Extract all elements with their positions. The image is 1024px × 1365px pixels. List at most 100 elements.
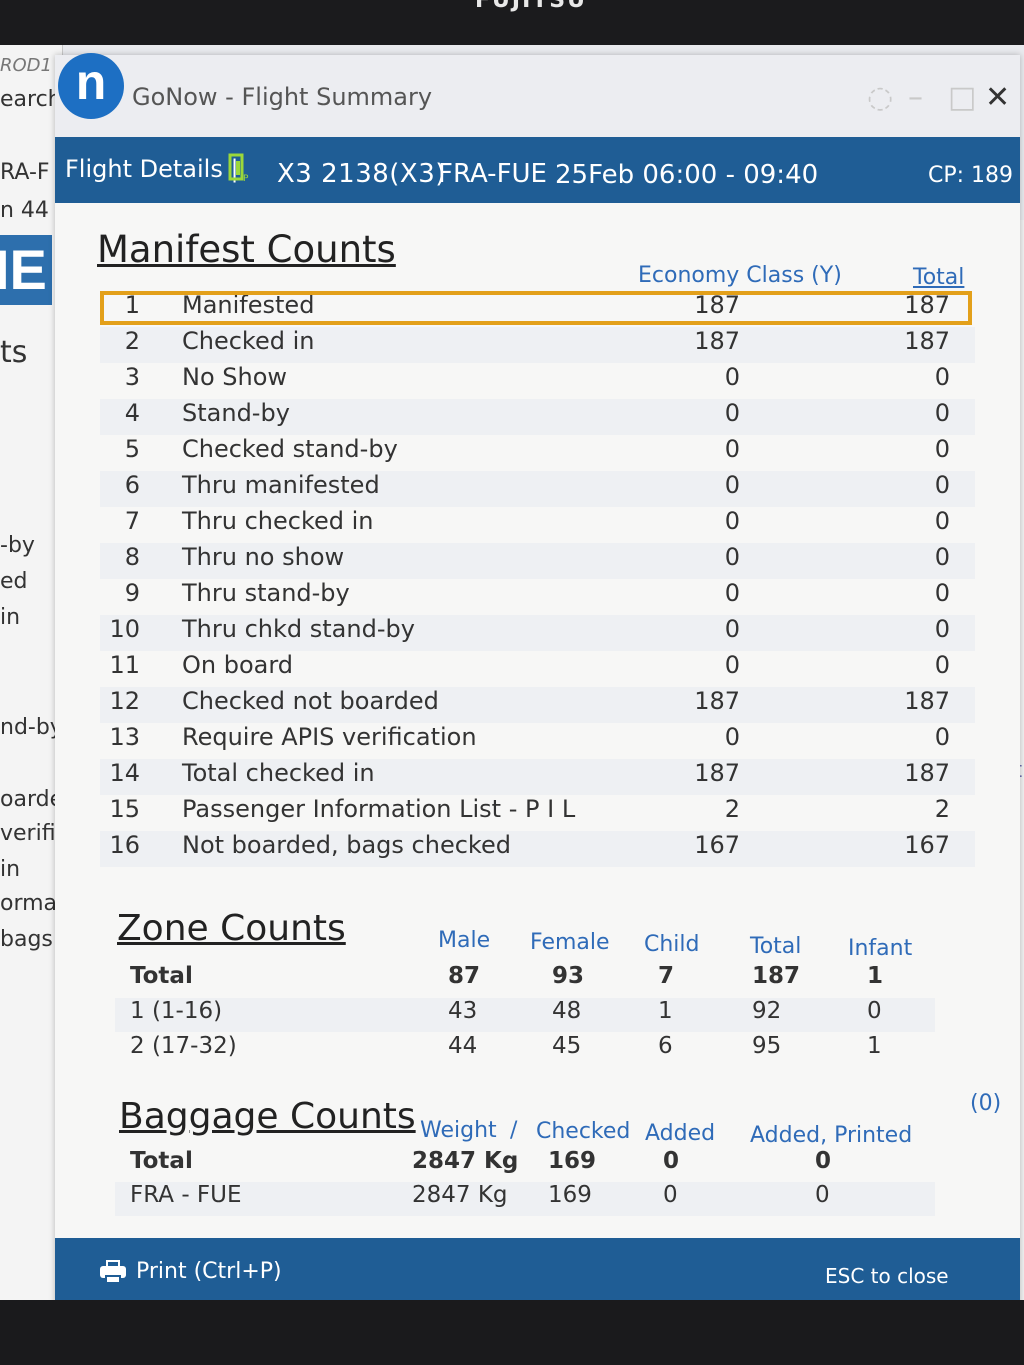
window-titlebar: n GoNow - Flight Summary ◌ – □ ✕: [55, 53, 1020, 137]
manifest-row-number: 15: [109, 795, 140, 823]
bg-fragment: bags (: [0, 927, 63, 952]
manifest-row-number: 5: [124, 435, 140, 463]
manifest-row[interactable]: 7 Thru checked in 0 0: [100, 507, 975, 543]
manifest-row[interactable]: 4 Stand-by 0 0: [100, 399, 975, 435]
manifest-economy-value: 187: [694, 687, 740, 715]
manifest-row[interactable]: 5 Checked stand-by 0 0: [100, 435, 975, 471]
manifest-row-label: Thru chkd stand-by: [182, 615, 415, 643]
manifest-row-label: Checked in: [182, 327, 315, 355]
selected-row-highlight: [100, 291, 972, 325]
zone-counts-title: Zone Counts: [117, 908, 346, 949]
zone-child-value: 6: [658, 1033, 673, 1059]
bag-weight-value: 2847 Kg: [412, 1182, 508, 1208]
manifest-economy-value: 0: [724, 651, 740, 679]
manifest-row[interactable]: 3 No Show 0 0: [100, 363, 975, 399]
manifest-row[interactable]: 15 Passenger Information List - P I L 2 2: [100, 795, 975, 831]
flight-datetime: 25Feb 06:00 - 09:40: [555, 160, 819, 190]
manifest-row-label: Total checked in: [182, 759, 375, 787]
flight-number: X3 2138(X3): [277, 159, 446, 189]
bg-fragment: ROD1: [0, 55, 52, 76]
manifest-economy-value: 2: [724, 795, 740, 823]
manifest-economy-value: 0: [724, 435, 740, 463]
zone-row[interactable]: Total 87 93 7 187 1: [115, 963, 935, 997]
baggage-row[interactable]: Total 2847 Kg 169 0 0: [115, 1148, 935, 1182]
manifest-row-label: Checked stand-by: [182, 435, 398, 463]
bg-fragment: earch: [0, 87, 62, 112]
zone-infant-value: 1: [867, 963, 884, 989]
manifest-economy-value: 0: [724, 507, 740, 535]
manifest-row-label: On board: [182, 651, 294, 679]
manifest-economy-value: 0: [724, 723, 740, 751]
zone-female-value: 45: [552, 1033, 582, 1059]
zone-infant-value: 1: [867, 1033, 882, 1059]
economy-class-column-header: Economy Class (Y): [638, 263, 842, 288]
manifest-row-number: 16: [109, 831, 140, 859]
manifest-row[interactable]: 12 Checked not boarded 187 187: [100, 687, 975, 723]
gonow-logo: n: [58, 53, 124, 119]
monitor-bezel-bottom: [0, 1300, 1024, 1365]
bag-added-printed-value: 0: [815, 1148, 832, 1174]
bag-added-printed-value: 0: [815, 1182, 830, 1208]
manifest-row[interactable]: 10 Thru chkd stand-by 0 0: [100, 615, 975, 651]
bg-fragment: -by: [0, 533, 35, 558]
bg-fragment: n 44: [0, 198, 49, 223]
zone-female-value: 93: [552, 963, 585, 989]
zone-row-label: 2 (17-32): [130, 1033, 237, 1059]
manifest-row-number: 8: [124, 543, 140, 571]
bag-checked-value: 169: [548, 1148, 597, 1174]
flight-details-label: Flight Details |: [65, 155, 239, 183]
manifest-row[interactable]: 6 Thru manifested 0 0: [100, 471, 975, 507]
help-icon[interactable]: ◌: [867, 80, 893, 115]
bg-fragment: IE: [0, 235, 52, 305]
manifest-row-number: 12: [109, 687, 140, 715]
manifest-row[interactable]: 13 Require APIS verification 0 0: [100, 723, 975, 759]
manifest-row-number: 13: [109, 723, 140, 751]
bag-row-label: Total: [130, 1148, 193, 1174]
zone-male-value: 43: [448, 998, 478, 1024]
manifest-economy-value: 0: [724, 399, 740, 427]
boarding-gate-icon: P: [228, 153, 249, 183]
manifest-row-number: 4: [124, 399, 140, 427]
maximize-button[interactable]: □: [948, 80, 976, 115]
zone-col-female: Female: [530, 930, 610, 955]
manifest-total-value: 167: [904, 831, 950, 859]
monitor-bezel-top: FUJITSU: [0, 0, 1024, 45]
esc-to-close-hint[interactable]: ESC to close: [825, 1264, 949, 1288]
manifest-row[interactable]: 16 Not boarded, bags checked 167 167: [100, 831, 975, 867]
summary-content: Manifest Counts Economy Class (Y) Total …: [55, 203, 1020, 1238]
zone-row[interactable]: 2 (17-32) 44 45 6 95 1: [115, 1033, 935, 1067]
manifest-total-value: 0: [934, 651, 950, 679]
manifest-economy-value: 0: [724, 615, 740, 643]
manifest-row-number: 7: [124, 507, 140, 535]
manifest-row[interactable]: 2 Checked in 187 187: [100, 327, 975, 363]
bg-fragment: nd-by: [0, 715, 63, 740]
manifest-row-label: Stand-by: [182, 399, 290, 427]
close-button[interactable]: ✕: [985, 80, 1010, 115]
manifest-row[interactable]: 11 On board 0 0: [100, 651, 975, 687]
bag-col-added: Added: [645, 1121, 716, 1146]
flight-route: FRA-FUE: [438, 159, 547, 189]
zone-col-child: Child: [644, 932, 700, 957]
zone-row[interactable]: 1 (1-16) 43 48 1 92 0: [115, 998, 935, 1032]
bg-fragment: ts: [0, 335, 28, 370]
manifest-total-value: 187: [904, 687, 950, 715]
bag-added-value: 0: [663, 1182, 678, 1208]
manifest-total-value: 187: [904, 759, 950, 787]
flight-summary-window: n GoNow - Flight Summary ◌ – □ ✕ Flight …: [55, 53, 1020, 1305]
manifest-row-label: Thru no show: [182, 543, 345, 571]
manifest-row[interactable]: 14 Total checked in 187 187: [100, 759, 975, 795]
total-column-header: Total: [913, 265, 965, 290]
baggage-row[interactable]: FRA - FUE 2847 Kg 169 0 0: [115, 1182, 935, 1216]
manifest-row[interactable]: 9 Thru stand-by 0 0: [100, 579, 975, 615]
bg-fragment: ed: [0, 569, 28, 594]
bg-fragment: ormat: [0, 891, 63, 916]
baggage-counts-title: Baggage Counts: [119, 1096, 416, 1137]
print-button[interactable]: Print (Ctrl+P): [100, 1254, 282, 1288]
flight-header-bar: Flight Details | P X3 2138(X3) FRA-FUE 2…: [55, 137, 1020, 203]
manifest-row-number: 2: [124, 327, 140, 355]
zone-total-value: 187: [752, 963, 801, 989]
manifest-row[interactable]: 8 Thru no show 0 0: [100, 543, 975, 579]
zone-total-value: 92: [752, 998, 782, 1024]
zone-male-value: 44: [448, 1033, 478, 1059]
minimize-button[interactable]: –: [908, 80, 923, 115]
